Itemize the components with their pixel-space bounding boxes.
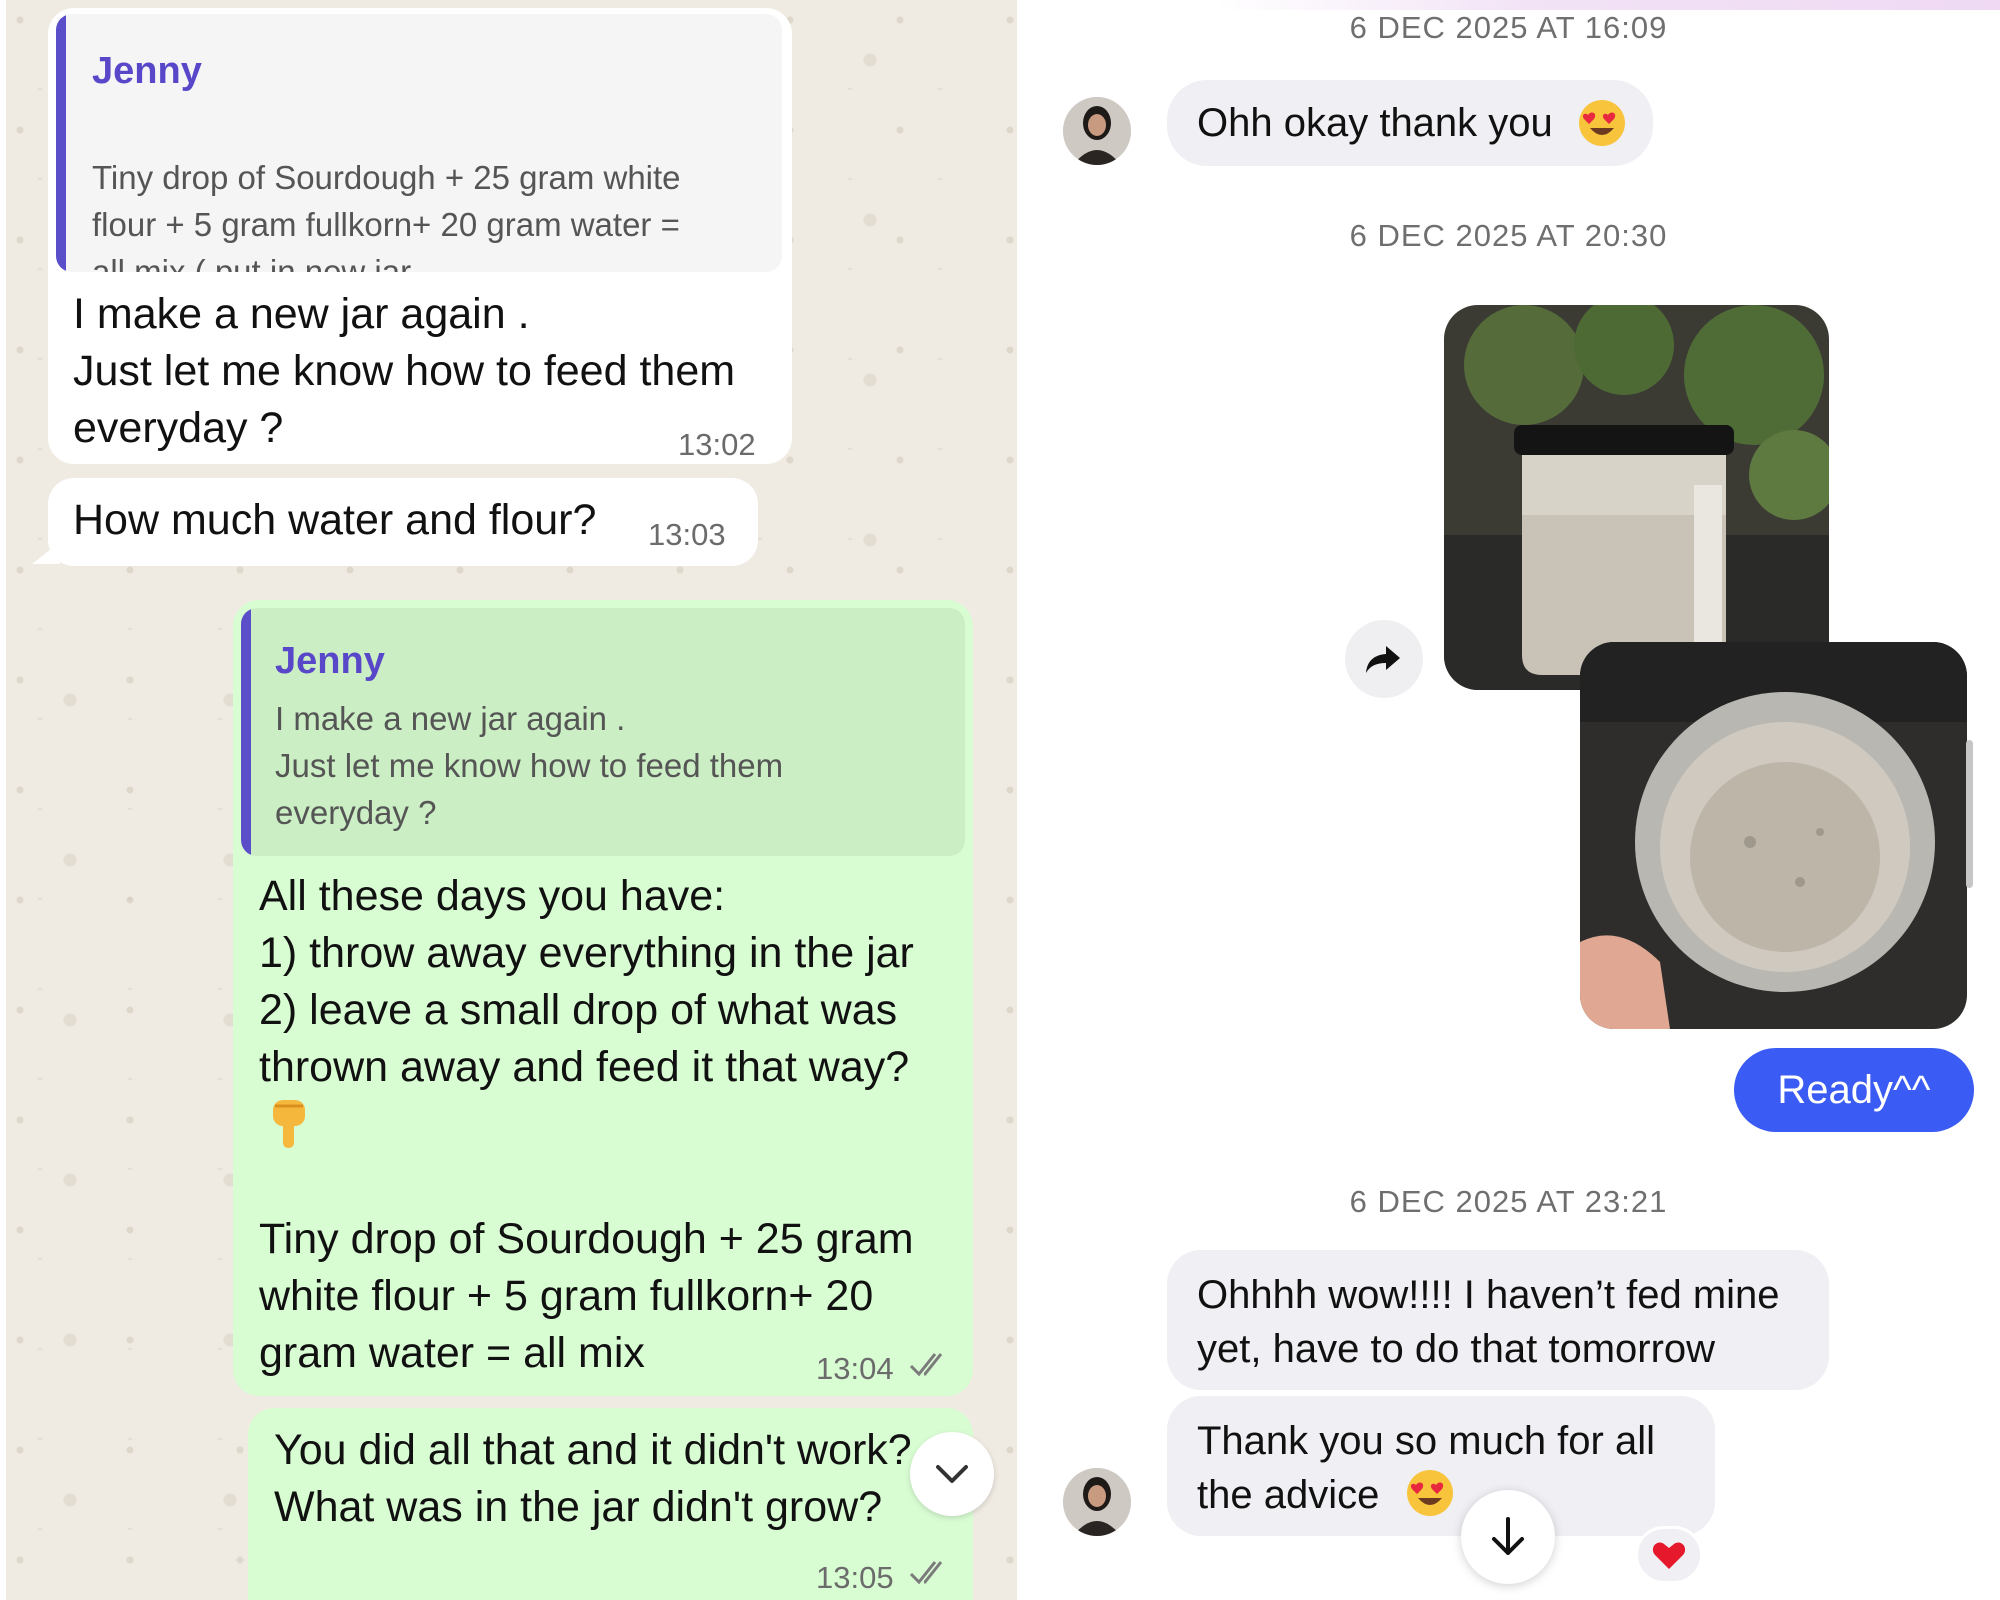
message-time: 13:03	[648, 517, 726, 552]
quote-text-content: Tiny drop of Sourdough + 25 gram white f…	[92, 159, 681, 272]
quote-author: Jenny	[92, 50, 202, 92]
message-text: Ohh okay thank you	[1197, 101, 1553, 145]
message-bubble-incoming[interactable]: Jenny Tiny drop of Sourdough + 25 gram w…	[48, 8, 792, 464]
quote-bar	[56, 14, 66, 272]
message-bubble-outgoing[interactable]: You did all that and it didn't work? Wha…	[248, 1408, 973, 1600]
photo-jar-side[interactable]	[1444, 305, 1829, 690]
scroll-to-bottom-button[interactable]	[1461, 1490, 1555, 1584]
quote-text: I make a new jar again . Just let me kno…	[275, 700, 784, 831]
whatsapp-chat-panel: Jenny Tiny drop of Sourdough + 25 gram w…	[0, 0, 1017, 1600]
instagram-chat-panel: 6 DEC 2025 AT 16:09 Ohh okay thank you 6…	[1017, 0, 2000, 1600]
message-text: Ohhhh wow!!!! I haven’t fed mine yet, ha…	[1197, 1273, 1780, 1371]
message-bubble-received[interactable]: Thank you so much for all the advice	[1167, 1396, 1715, 1536]
message-time: 13:02	[678, 427, 756, 462]
quote-author: Jenny	[275, 640, 385, 682]
avatar[interactable]	[1063, 1468, 1131, 1536]
message-bubble-received[interactable]: Ohh okay thank you	[1167, 80, 1653, 166]
double-check-icon	[909, 1353, 943, 1377]
avatar[interactable]	[1063, 97, 1131, 165]
reaction-badge[interactable]	[1635, 1526, 1703, 1584]
message-bubble-incoming[interactable]: How much water and flour? 13:03	[48, 478, 758, 566]
message-text: You did all that and it didn't work? Wha…	[274, 1426, 912, 1531]
message-text: How much water and flour?	[73, 496, 597, 544]
quote-text: Tiny drop of Sourdough + 25 gram white f…	[92, 107, 772, 272]
header-gradient	[1217, 0, 2000, 10]
date-separator: 6 DEC 2025 AT 16:09	[1349, 10, 1668, 45]
message-time: 13:04	[816, 1351, 894, 1386]
arrow-down-icon	[1492, 1517, 1524, 1555]
panel-edge	[0, 0, 6, 1600]
photo-jar-top[interactable]	[1580, 642, 1967, 1029]
quoted-message[interactable]: Jenny I make a new jar again . Just let …	[241, 608, 965, 856]
smiling-face-with-heart-eyes-icon	[1577, 98, 1627, 148]
scrollbar[interactable]	[1966, 740, 1973, 888]
double-check-icon	[909, 1561, 943, 1585]
quoted-message[interactable]: Jenny Tiny drop of Sourdough + 25 gram w…	[56, 14, 782, 272]
share-arrow-icon	[1366, 646, 1400, 673]
date-separator: 6 DEC 2025 AT 20:30	[1349, 218, 1668, 253]
backhand-index-pointing-down-icon	[267, 1096, 311, 1152]
message-time: 13:05	[816, 1560, 894, 1595]
smiling-face-with-heart-eyes-icon	[1405, 1468, 1455, 1518]
message-bubble-sent[interactable]: Ready^^	[1734, 1048, 1974, 1132]
quote-bar	[241, 608, 251, 856]
message-text: All these days you have: 1) throw away e…	[259, 872, 914, 1091]
share-button[interactable]	[1345, 620, 1423, 698]
message-text: Ready^^	[1777, 1068, 1931, 1112]
message-text: I make a new jar again . Just let me kno…	[73, 290, 736, 452]
message-bubble-received[interactable]: Ohhhh wow!!!! I haven’t fed mine yet, ha…	[1167, 1250, 1829, 1390]
chevron-down-icon	[936, 1465, 968, 1483]
message-bubble-outgoing[interactable]: Jenny I make a new jar again . Just let …	[233, 600, 973, 1396]
date-separator: 6 DEC 2025 AT 23:21	[1349, 1184, 1668, 1219]
red-heart-icon	[1652, 1542, 1686, 1569]
scroll-to-bottom-button[interactable]	[910, 1432, 994, 1516]
